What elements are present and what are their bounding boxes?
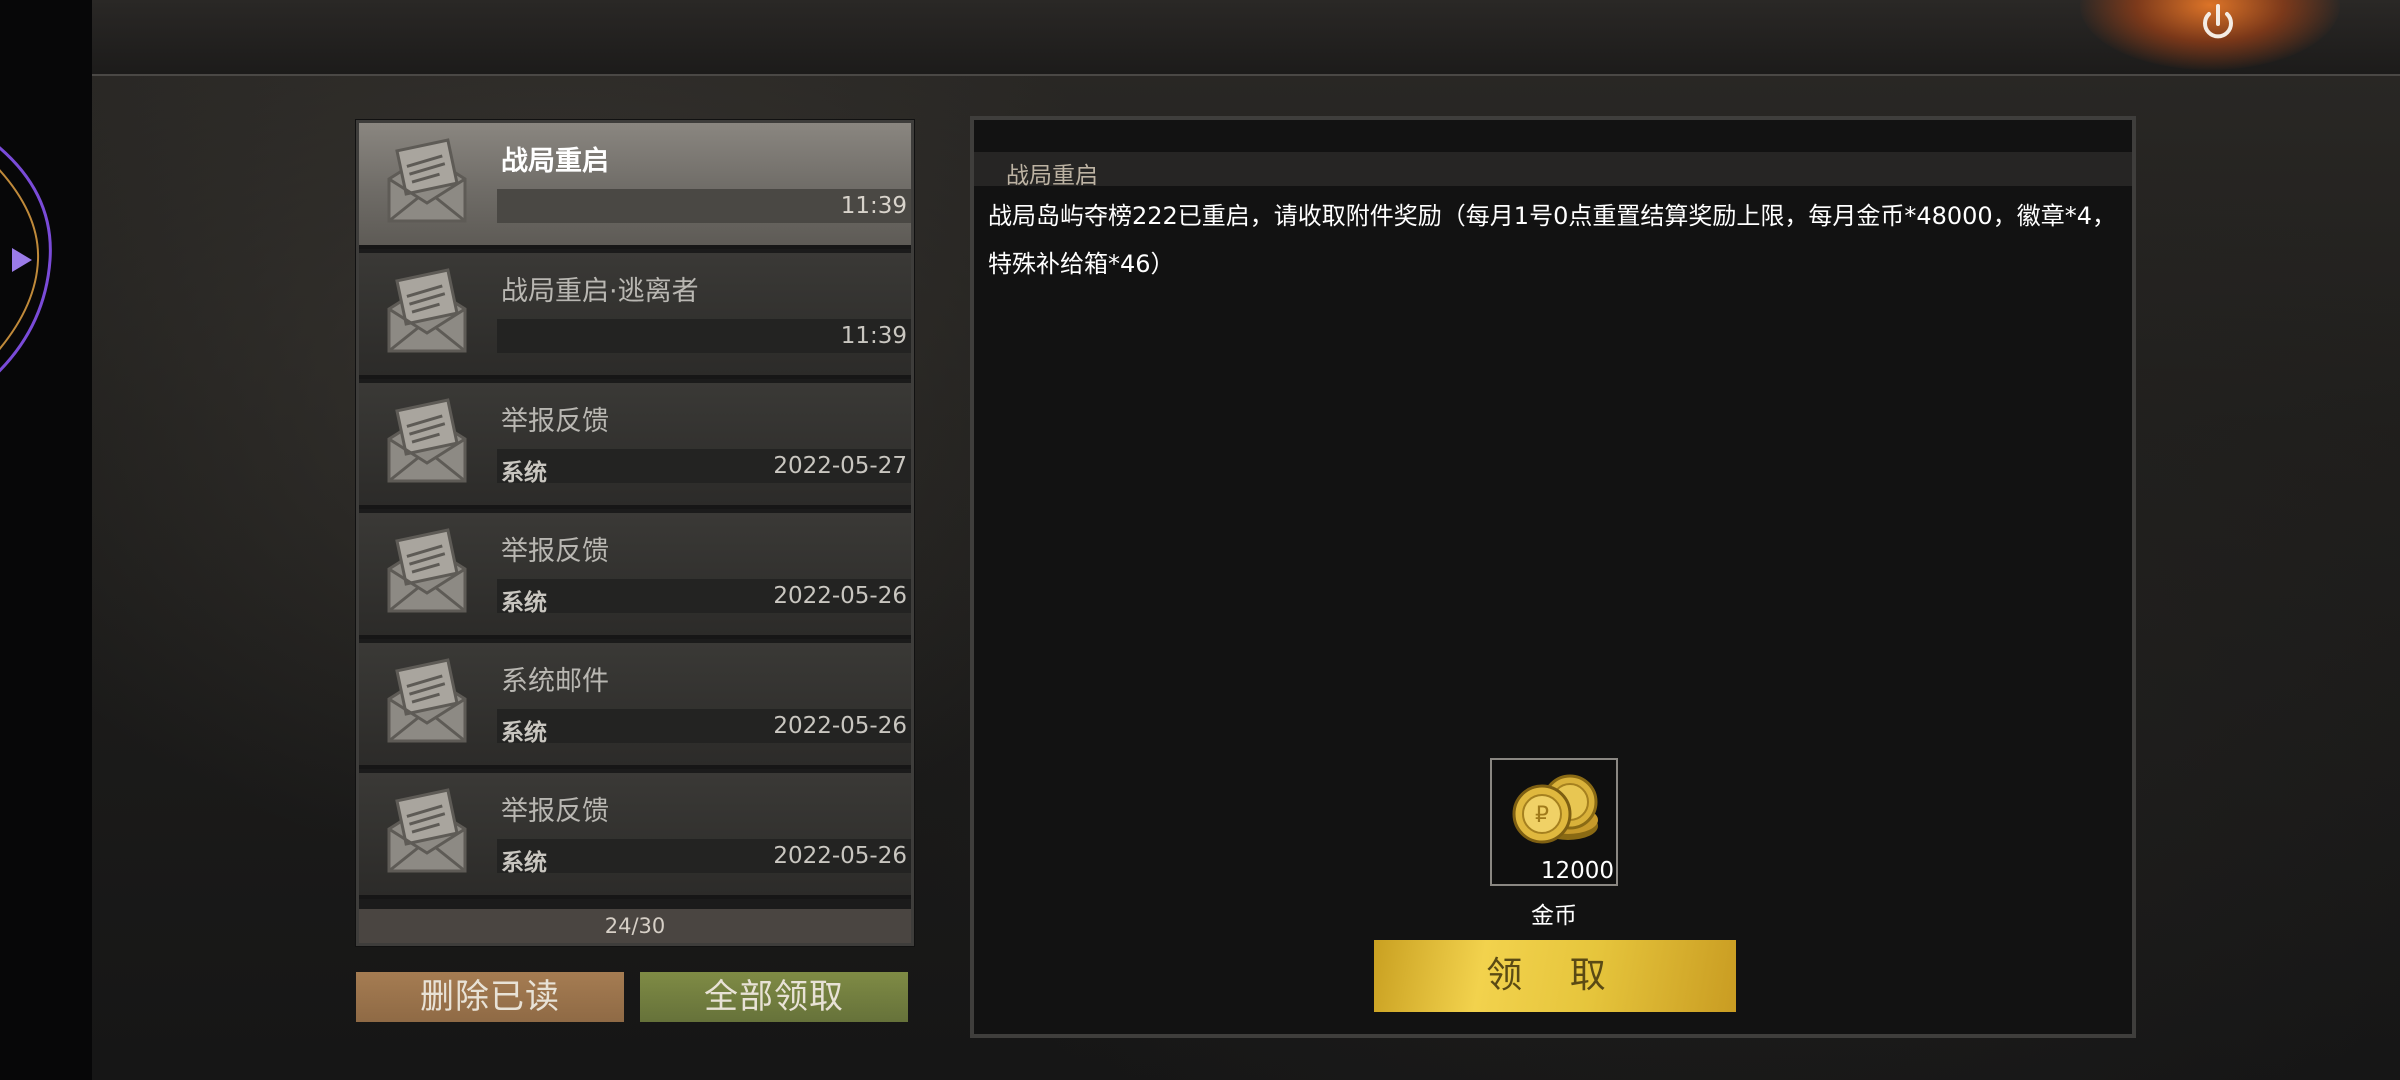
top-bar (92, 0, 2400, 76)
mail-list-panel: 战局重启 11:39 战局重启·逃离者 11:39 举报反馈 系统 2022-05-27 举报… (356, 120, 914, 946)
envelope-icon (379, 397, 475, 493)
reward-quantity: 12000 (1540, 858, 1614, 884)
mail-sender: 系统 (501, 850, 547, 876)
detail-header: 战局重启 (974, 152, 2132, 189)
mail-sender: 系统 (501, 590, 547, 616)
mail-time: 2022-05-26 (773, 583, 907, 609)
mail-title: 举报反馈 (501, 796, 609, 827)
mail-time: 11:39 (840, 193, 907, 219)
mail-title: 举报反馈 (501, 406, 609, 437)
mail-meta-bar: 系统 2022-05-26 (497, 709, 911, 746)
mail-time: 2022-05-26 (773, 843, 907, 869)
power-icon[interactable] (2196, 2, 2240, 46)
mail-meta-bar: 系统 2022-05-27 (497, 449, 911, 486)
mail-meta-bar: 系统 2022-05-26 (497, 839, 911, 876)
mail-title: 战局重启·逃离者 (501, 276, 699, 307)
envelope-icon (379, 267, 475, 363)
mail-list-item[interactable]: 战局重启·逃离者 11:39 (359, 253, 911, 379)
reward-item[interactable]: ₽ 12000 (1490, 758, 1618, 886)
svg-text:₽: ₽ (1535, 803, 1549, 828)
mail-title: 系统邮件 (501, 666, 609, 697)
mail-time: 11:39 (840, 323, 907, 349)
mail-sender: 系统 (501, 460, 547, 486)
delete-read-button[interactable]: 删除已读 (356, 972, 624, 1022)
mail-count-pager: 24/30 (359, 909, 911, 943)
detail-body: 战局岛屿夺榜222已重启，请收取附件奖励（每月1号0点重置结算奖励上限，每月金币… (988, 202, 2116, 278)
mail-meta-bar: 系统 2022-05-26 (497, 579, 911, 616)
envelope-icon (379, 527, 475, 623)
mail-list-item[interactable]: 系统邮件系统 2022-05-26 (359, 643, 911, 769)
mail-list-item[interactable]: 举报反馈系统 2022-05-26 (359, 513, 911, 639)
reward-name: 金币 (1531, 903, 1577, 929)
mail-detail-panel: 战局重启 战局岛屿夺榜222已重启，请收取附件奖励（每月1号0点重置结算奖励上限… (970, 116, 2136, 1038)
detail-title: 战局重启 (1006, 163, 1098, 189)
claim-button[interactable]: 领 取 (1374, 940, 1736, 1012)
envelope-icon (379, 787, 475, 883)
gold-coin-icon: ₽ (1512, 774, 1598, 844)
mail-time: 2022-05-26 (773, 713, 907, 739)
mail-time: 2022-05-27 (773, 453, 907, 479)
mail-sender: 系统 (501, 720, 547, 746)
mail-meta-bar: 11:39 (497, 189, 911, 223)
mail-meta-bar: 11:39 (497, 319, 911, 353)
side-menu-arrow-icon[interactable] (0, 130, 60, 390)
mail-title: 战局重启 (501, 146, 609, 177)
claim-all-button[interactable]: 全部领取 (640, 972, 908, 1022)
mail-list-item[interactable]: 举报反馈系统 2022-05-27 (359, 383, 911, 509)
mail-list-item[interactable]: 战局重启 11:39 (359, 123, 911, 249)
envelope-icon (379, 657, 475, 753)
mail-title: 举报反馈 (501, 536, 609, 567)
mail-list-item[interactable]: 举报反馈系统 2022-05-26 (359, 773, 911, 899)
envelope-icon (379, 137, 475, 233)
